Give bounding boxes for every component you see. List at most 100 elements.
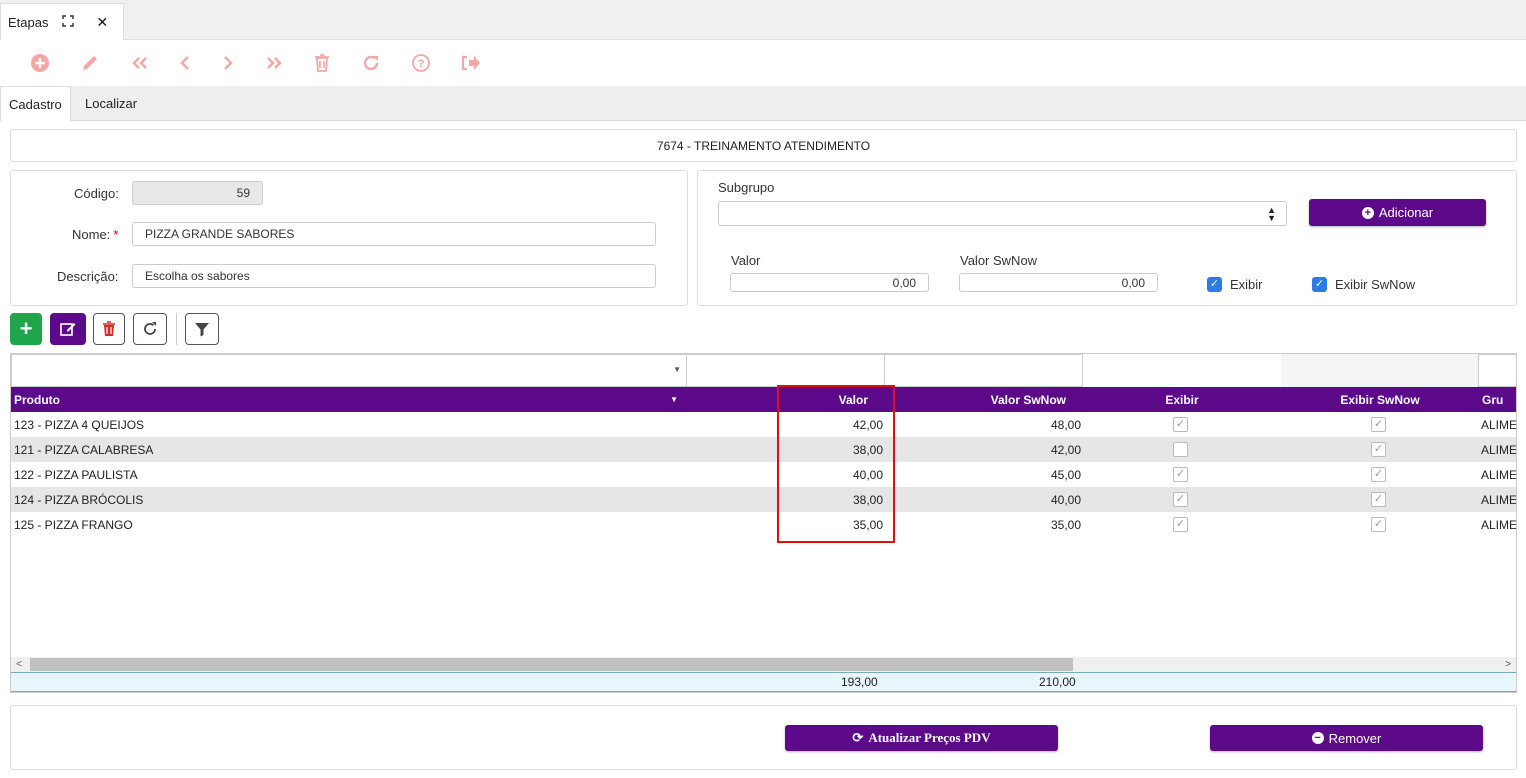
cell-produto: 125 - PIZZA FRANGO [14,517,133,532]
subgrupo-label: Subgrupo [718,180,775,195]
nome-value: PIZZA GRANDE SABORES [145,227,295,241]
table-row[interactable]: 124 - PIZZA BRÓCOLIS 38,00 40,00 ✓ ✓ ALIME [11,487,1516,512]
cell-grupo: ALIME [1481,417,1517,432]
filter-grupo[interactable] [1478,354,1516,387]
valor-swnow-field[interactable]: 0,00 [959,273,1158,292]
nome-field[interactable]: PIZZA GRANDE SABORES [132,222,656,246]
window-tab-strip: Etapas ✕ [0,0,1526,40]
next-record-icon[interactable] [216,51,240,75]
exibir-swnow-checkbox[interactable]: ✓ [1312,277,1327,292]
add-row-button[interactable]: + [10,313,42,345]
table-row[interactable]: 121 - PIZZA CALABRESA 38,00 42,00 ✓ ALIME [11,437,1516,462]
cell-grupo: ALIME [1481,492,1517,507]
filter-button[interactable] [185,313,219,345]
total-valor-swnow: 210,00 [1039,675,1076,689]
col-exibir[interactable]: Exibir [1083,387,1281,412]
atualizar-precos-button[interactable]: ⟳ Atualizar Preços PDV [785,725,1058,751]
exibir-checkbox[interactable]: ✓ [1207,277,1222,292]
col-grupo[interactable]: Gru [1482,387,1516,412]
cell-produto: 121 - PIZZA CALABRESA [14,442,154,457]
help-icon[interactable]: ? [409,51,433,75]
previous-record-icon[interactable] [173,51,197,75]
scroll-right-icon[interactable]: > [1500,657,1516,672]
descricao-field[interactable]: Escolha os sabores [132,264,656,288]
filter-produto[interactable]: ▼ [11,354,687,387]
codigo-value: 59 [236,186,250,200]
descricao-value: Escolha os sabores [145,269,250,283]
edit-row-button[interactable] [50,313,86,345]
valor-swnow-value: 0,00 [1121,275,1145,290]
remover-button[interactable]: − Remover [1210,725,1483,751]
record-title-bar: 7674 - TREINAMENTO ATENDIMENTO [10,129,1517,162]
exit-icon[interactable] [459,51,483,75]
grid-header: Produto ▼ Valor Valor SwNow Exibir Exibi… [11,387,1516,412]
codigo-label: Código: [74,186,119,201]
plus-icon: + [19,316,33,341]
col-valor-swnow[interactable]: Valor SwNow [885,387,1066,412]
valor-field[interactable]: 0,00 [730,273,929,292]
sync-icon: ⟳ [852,730,864,745]
select-arrows-icon: ▲ ▼ [1267,205,1276,223]
cell-exibir-swnow-checkbox[interactable]: ✓ [1371,517,1386,532]
edit-pencil-icon[interactable] [78,51,102,75]
scroll-thumb[interactable] [30,658,1073,671]
table-row[interactable]: 123 - PIZZA 4 QUEIJOS 42,00 48,00 ✓ ✓ ALIME [11,412,1516,437]
cell-exibir-swnow-checkbox[interactable]: ✓ [1371,417,1386,432]
cell-exibir-checkbox[interactable]: ✓ [1173,517,1188,532]
adicionar-button[interactable]: + Adicionar [1309,199,1486,226]
tab-cadastro[interactable]: Cadastro [0,86,71,122]
horizontal-scrollbar[interactable]: < > [11,657,1516,672]
plus-circle-icon: + [1361,206,1374,219]
record-title: 7674 - TREINAMENTO ATENDIMENTO [656,138,871,153]
table-row[interactable]: 125 - PIZZA FRANGO 35,00 35,00 ✓ ✓ ALIME [11,512,1516,537]
col-produto-label: Produto [14,392,60,407]
col-exibir-swnow[interactable]: Exibir SwNow [1281,387,1479,412]
cell-exibir-checkbox[interactable] [1173,442,1188,457]
add-circle-icon[interactable] [28,51,52,75]
window-tab-title: Etapas [8,14,49,30]
cell-exibir-checkbox[interactable]: ✓ [1173,467,1188,482]
atualizar-precos-label: Atualizar Preços PDV [868,730,991,745]
refresh-icon[interactable] [359,51,383,75]
cell-exibir-checkbox[interactable]: ✓ [1173,492,1188,507]
filter-valor[interactable] [686,354,885,387]
exibir-label: Exibir [1230,277,1263,292]
toolbar: ? [0,40,1526,86]
cell-grupo: ALIME [1481,442,1517,457]
first-record-icon[interactable] [128,51,152,75]
sort-arrow-icon: ▼ [670,395,678,404]
window-tab-etapas[interactable]: Etapas ✕ [0,3,124,40]
refresh-grid-icon [144,322,156,335]
cell-produto: 123 - PIZZA 4 QUEIJOS [14,417,145,432]
cell-exibir-swnow-checkbox[interactable]: ✓ [1371,492,1386,507]
col-produto[interactable]: Produto ▼ [14,387,684,412]
cell-exibir-swnow-checkbox[interactable]: ✓ [1371,442,1386,457]
delete-trash-icon[interactable] [310,51,334,75]
cell-exibir-checkbox[interactable]: ✓ [1173,417,1188,432]
adicionar-label: Adicionar [1378,205,1434,220]
subgrupo-select[interactable]: ▲ ▼ [718,201,1287,226]
filter-valor-swnow[interactable] [884,354,1083,387]
table-row[interactable]: 122 - PIZZA PAULISTA 40,00 45,00 ✓ ✓ ALIME [11,462,1516,487]
delete-row-button[interactable] [93,313,125,345]
scroll-left-icon[interactable]: < [11,657,27,672]
edit-icon [60,323,76,336]
valor-value: 0,00 [892,275,916,290]
cell-exibir-swnow-checkbox[interactable]: ✓ [1371,467,1386,482]
refresh-grid-button[interactable] [133,313,167,345]
close-tab-icon[interactable]: ✕ [96,14,108,31]
maximize-icon[interactable] [62,15,76,29]
minus-circle-icon: − [1311,732,1324,744]
tab-localizar[interactable]: Localizar [77,86,145,121]
remover-label: Remover [1328,730,1382,746]
totals-row: 193,00 210,00 [11,672,1516,692]
cell-grupo: ALIME [1481,517,1517,532]
valor-label: Valor [731,253,761,268]
cell-produto: 124 - PIZZA BRÓCOLIS [14,492,144,507]
cell-valor-swnow: 42,00 [1050,442,1081,457]
exibir-swnow-label: Exibir SwNow [1335,277,1416,292]
cell-produto: 122 - PIZZA PAULISTA [14,467,138,482]
subgroup-panel: Subgrupo ▲ ▼ + Adicionar Valor 0,00 Valor… [697,170,1517,306]
last-record-icon[interactable] [262,51,286,75]
cell-valor-swnow: 48,00 [1050,417,1081,432]
